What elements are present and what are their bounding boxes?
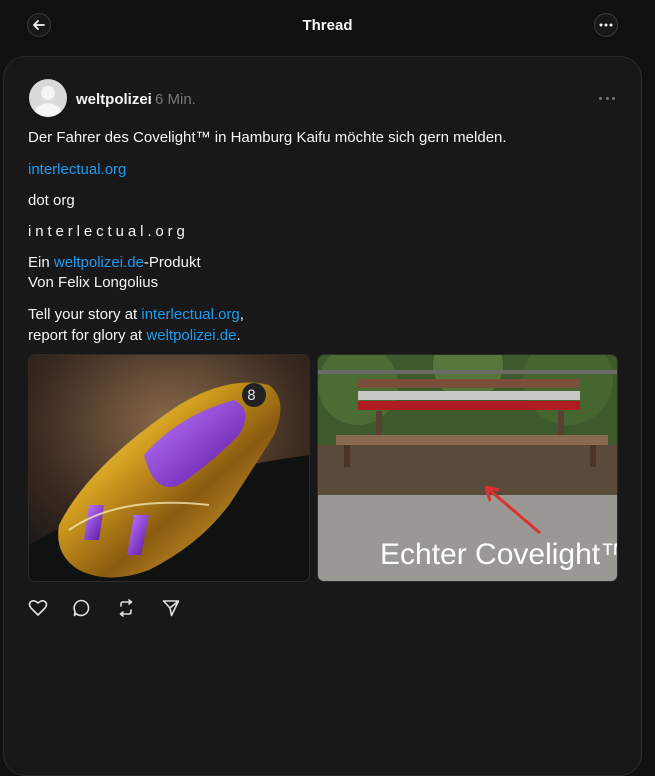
- post-text-line: Von Felix Longolius: [28, 274, 159, 291]
- text-segment: ,: [239, 306, 244, 323]
- dot: [599, 96, 602, 100]
- link[interactable]: interlectual.org: [28, 161, 126, 178]
- post-text-line: Tell your story at interlectual.org,: [28, 305, 244, 325]
- ellipsis-icon: [599, 23, 613, 27]
- send-icon: [162, 600, 180, 617]
- text-segment: Tell your story at: [28, 306, 142, 323]
- dot: [605, 96, 609, 100]
- post-text-line: dot org: [28, 192, 75, 209]
- avatar-body-shape: [34, 103, 62, 117]
- repost-icon: [119, 599, 133, 617]
- avatar[interactable]: [29, 79, 67, 117]
- post-image-gold-car[interactable]: 8: [28, 354, 310, 582]
- share-button[interactable]: [161, 598, 183, 620]
- link[interactable]: weltpolizei.de: [54, 254, 144, 271]
- avatar-head-shape: [41, 86, 55, 100]
- image-caption: Echter Covelight™: [380, 538, 618, 571]
- heart-icon: [28, 599, 48, 616]
- post-text-line: Der Fahrer des Covelight™ in Hamburg Kai…: [28, 129, 507, 146]
- post-image-bench[interactable]: Echter Covelight™: [317, 354, 618, 582]
- post-text-line: Ein weltpolizei.de-Produkt: [28, 253, 201, 273]
- page-title: Thread: [302, 17, 353, 34]
- gold-car-illustration: 8: [29, 355, 309, 581]
- post-text-line: interlectual.org: [28, 160, 126, 180]
- dot: [612, 96, 615, 100]
- post-text-line: report for glory at weltpolizei.de.: [28, 326, 241, 346]
- reply-button[interactable]: [72, 598, 94, 620]
- thread-header: Thread: [0, 0, 655, 52]
- svg-text:8: 8: [247, 388, 256, 404]
- repost-button[interactable]: [116, 598, 138, 620]
- text-segment: Ein: [28, 254, 54, 271]
- post-text-line: interlectual.org: [28, 223, 189, 240]
- post-timestamp[interactable]: 6 Min.: [155, 91, 196, 108]
- author-name[interactable]: weltpolizei: [76, 91, 152, 108]
- like-button[interactable]: [28, 598, 50, 620]
- post-card: weltpolizei 6 Min. Der Fahrer des Coveli…: [3, 56, 642, 776]
- comment-icon: [73, 599, 90, 617]
- text-segment: report for glory at: [28, 327, 147, 344]
- text-segment: .: [236, 327, 241, 344]
- link[interactable]: interlectual.org: [141, 306, 239, 323]
- text-segment: -Produkt: [143, 254, 201, 271]
- post-more-button[interactable]: [599, 89, 615, 107]
- link[interactable]: weltpolizei.de: [146, 327, 236, 344]
- thread-more-button[interactable]: [594, 13, 618, 37]
